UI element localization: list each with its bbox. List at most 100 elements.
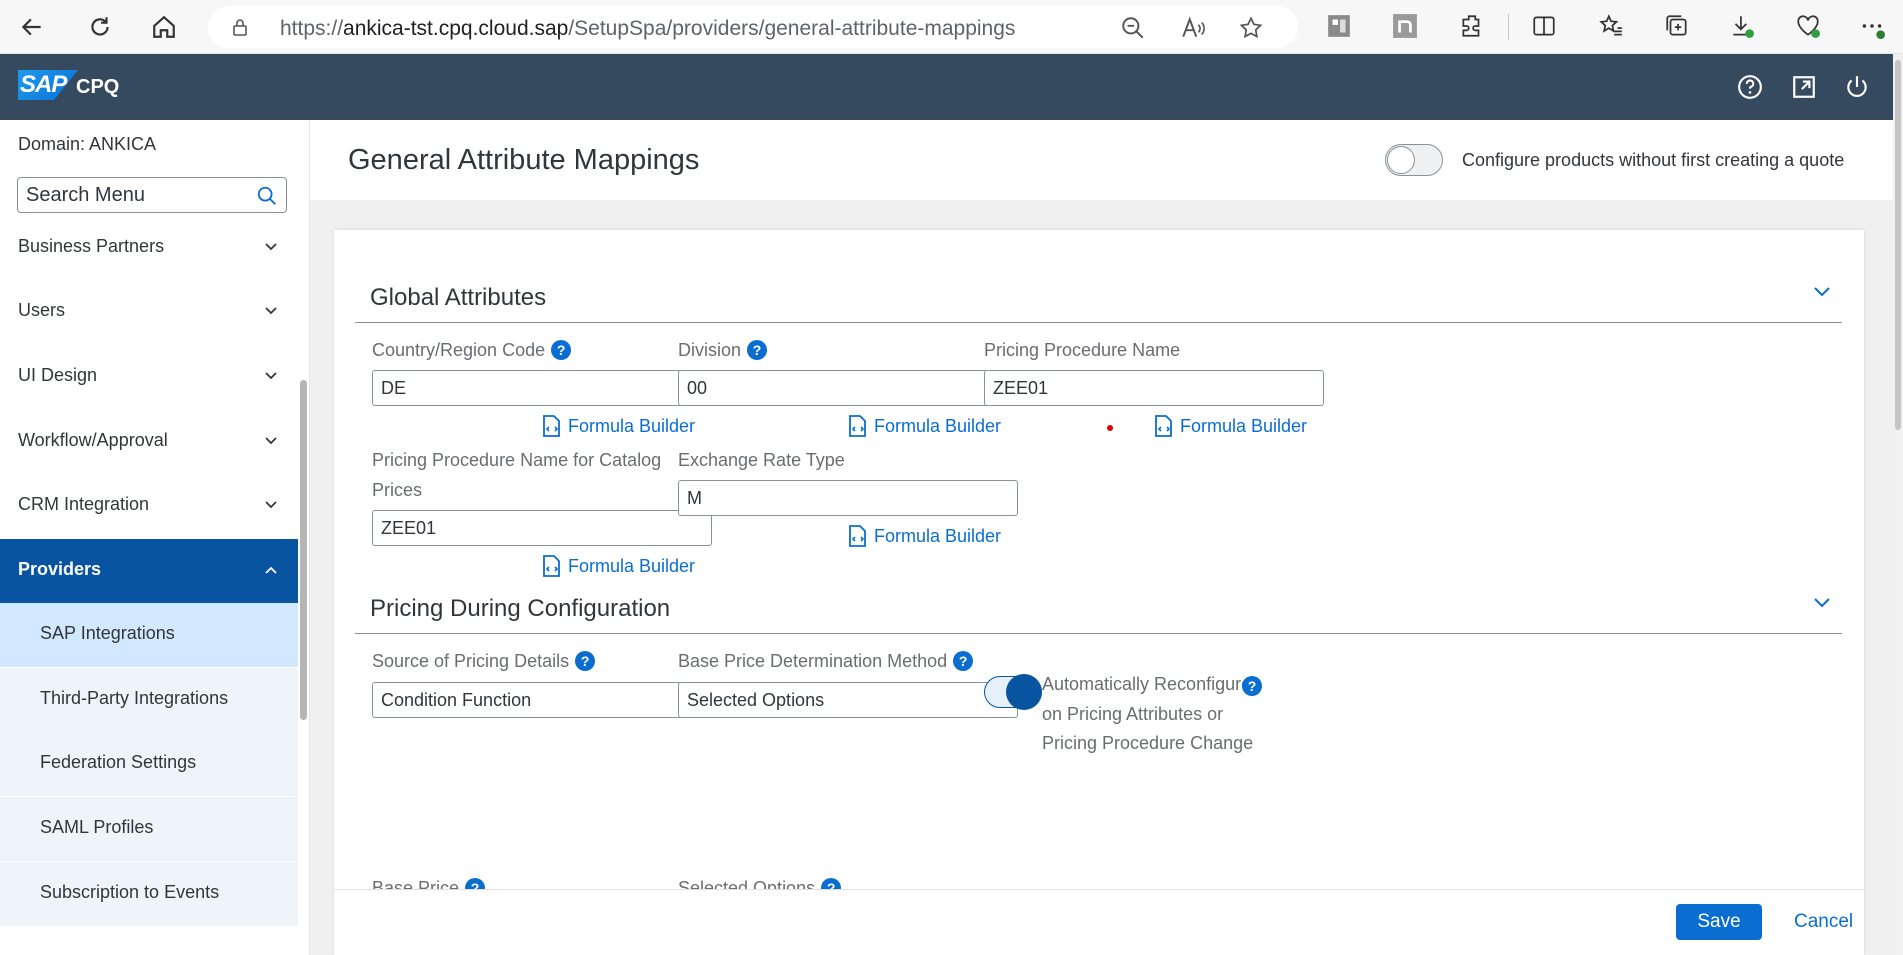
lock-icon [233, 19, 247, 36]
more-menu-icon[interactable] [1858, 12, 1886, 40]
sidebar-item-subscription-to-events[interactable]: Subscription to Events [0, 862, 298, 926]
formula-builder-link[interactable]: Formula Builder [1152, 413, 1307, 439]
sidebar-scrollbar[interactable] [300, 380, 307, 720]
base-price-label-text: Base Price [372, 878, 460, 889]
nav-menu: Business Partners Users UI Design Workfl… [0, 238, 298, 930]
formula-builder-icon [543, 415, 560, 437]
back-icon[interactable] [14, 9, 50, 45]
sidebar-item-ui-design[interactable]: UI Design [0, 345, 298, 409]
chevron-down-icon [265, 372, 277, 380]
extension-n-icon[interactable] [1391, 12, 1419, 40]
sidebar: Domain: ANKICA Business Partners Users U… [0, 120, 310, 955]
favorites-icon[interactable] [1597, 12, 1625, 40]
split-screen-icon[interactable] [1530, 12, 1558, 40]
refresh-icon[interactable] [82, 9, 118, 45]
formula-builder-label: Formula Builder [568, 555, 696, 576]
power-logout-icon[interactable] [1842, 72, 1872, 102]
main-content: General Attribute Mappings Configure pro… [310, 120, 1893, 955]
help-icon[interactable]: ? [821, 878, 842, 889]
address-bar[interactable]: https://ankica-tst.cpq.cloud.sap/SetupSp… [208, 6, 1298, 48]
pricing-source-select[interactable]: Condition Function [372, 682, 712, 718]
formula-builder-icon [543, 555, 560, 577]
shell-bar: SAP CPQ [0, 54, 1893, 120]
url-text: https://ankica-tst.cpq.cloud.sap/SetupSp… [280, 17, 1015, 41]
formula-builder-link[interactable]: Formula Builder [846, 413, 1001, 439]
base-price-method-select[interactable]: Selected Options [678, 682, 1018, 718]
sidebar-item-label: Providers [18, 559, 102, 579]
help-icon[interactable]: ? [551, 340, 572, 360]
help-icon[interactable]: ? [575, 651, 596, 671]
zoom-out-icon[interactable] [1120, 15, 1146, 41]
sidebar-item-providers[interactable]: Providers [0, 539, 298, 603]
product-name: CPQ [76, 76, 120, 98]
chevron-up-icon [265, 566, 277, 574]
read-aloud-icon[interactable] [1180, 15, 1206, 41]
chevron-down-icon[interactable] [1812, 596, 1832, 610]
formula-builder-link[interactable]: Formula Builder [540, 553, 695, 579]
configure-without-quote-toggle[interactable] [1385, 144, 1443, 176]
pricing-procedure-field[interactable]: ZEE01 [984, 370, 1324, 406]
cancel-button[interactable]: Cancel [1784, 904, 1863, 940]
downloads-icon[interactable] [1728, 12, 1756, 40]
sidebar-item-workflow-approval[interactable]: Workflow/Approval [0, 410, 298, 474]
division-label-text: Division [678, 340, 742, 360]
sidebar-item-label: Workflow/Approval [18, 430, 168, 450]
exchange-rate-label: Exchange Rate Type [678, 450, 845, 470]
open-external-icon[interactable] [1789, 72, 1819, 102]
chevron-down-icon [265, 437, 277, 445]
page-scrollbar[interactable] [1893, 54, 1903, 955]
collections-icon[interactable] [1663, 12, 1691, 40]
required-indicator [1107, 425, 1113, 431]
sidebar-item-label: Business Partners [18, 238, 165, 256]
country-field[interactable]: DE [372, 370, 712, 406]
sidebar-item-crm-integration[interactable]: CRM Integration [0, 474, 298, 538]
formula-builder-link[interactable]: Formula Builder [540, 413, 695, 439]
pricing-source-value: Condition Function [381, 690, 532, 710]
search-menu[interactable] [17, 177, 287, 213]
sidebar-item-business-partners[interactable]: Business Partners [0, 238, 298, 280]
sidebar-item-label: SAML Profiles [40, 817, 154, 837]
domain-label: Domain: ANKICA [18, 134, 157, 154]
sidebar-item-sap-integrations[interactable]: SAP Integrations [0, 603, 298, 667]
mappings-card: Global Attributes Country/Region Code? D… [334, 230, 1864, 955]
extensions-puzzle-icon[interactable] [1458, 12, 1486, 40]
formula-builder-link[interactable]: Formula Builder [846, 523, 1001, 549]
save-button[interactable]: Save [1676, 904, 1762, 940]
sidebar-item-federation-settings[interactable]: Federation Settings [0, 732, 298, 796]
selected-options-label-text: Selected Options [678, 878, 816, 889]
sidebar-item-saml-profiles[interactable]: SAML Profiles [0, 797, 298, 861]
formula-builder-label: Formula Builder [874, 415, 1002, 436]
search-icon[interactable] [256, 185, 278, 207]
exchange-rate-field[interactable]: M [678, 480, 1018, 516]
toolbar-separator [1508, 14, 1509, 40]
sidebar-item-label: Subscription to Events [40, 882, 220, 902]
configure-without-quote-label: Configure products without first creatin… [1462, 150, 1845, 170]
help-icon[interactable]: ? [953, 651, 974, 671]
auto-reconfigure-toggle[interactable] [984, 674, 1042, 710]
help-circle-icon[interactable] [1735, 72, 1765, 102]
url-path: /SetupSpa/providers/general-attribute-ma… [568, 17, 1016, 40]
catalog-procedure-label-line2: Prices [372, 480, 423, 500]
chevron-down-icon [265, 243, 277, 251]
search-input[interactable] [26, 184, 246, 207]
base-price-label: Base Price? [372, 878, 486, 889]
page-scrollbar-thumb[interactable] [1895, 60, 1901, 430]
browser-toolbar: https://ankica-tst.cpq.cloud.sap/SetupSp… [0, 0, 1903, 54]
url-prefix: https:// [280, 17, 344, 40]
sidebar-item-users[interactable]: Users [0, 280, 298, 344]
favorite-star-icon[interactable] [1238, 15, 1264, 41]
division-field[interactable]: 00 [678, 370, 1018, 406]
chevron-down-icon[interactable] [1812, 285, 1832, 299]
help-icon[interactable]: ? [1242, 676, 1262, 696]
sidebar-item-label: UI Design [18, 365, 98, 385]
sidebar-item-third-party-integrations[interactable]: Third-Party Integrations [0, 668, 298, 732]
help-icon[interactable]: ? [465, 878, 486, 889]
sidebar-item-label: Users [18, 300, 66, 320]
formula-builder-label: Formula Builder [1180, 415, 1308, 436]
browser-essentials-icon[interactable] [1794, 12, 1822, 40]
help-icon[interactable]: ? [747, 340, 768, 360]
home-icon[interactable] [146, 9, 182, 45]
extension-grid-icon[interactable] [1325, 12, 1353, 40]
selected-options-label: Selected Options? [678, 878, 842, 889]
catalog-procedure-field[interactable]: ZEE01 [372, 510, 712, 546]
